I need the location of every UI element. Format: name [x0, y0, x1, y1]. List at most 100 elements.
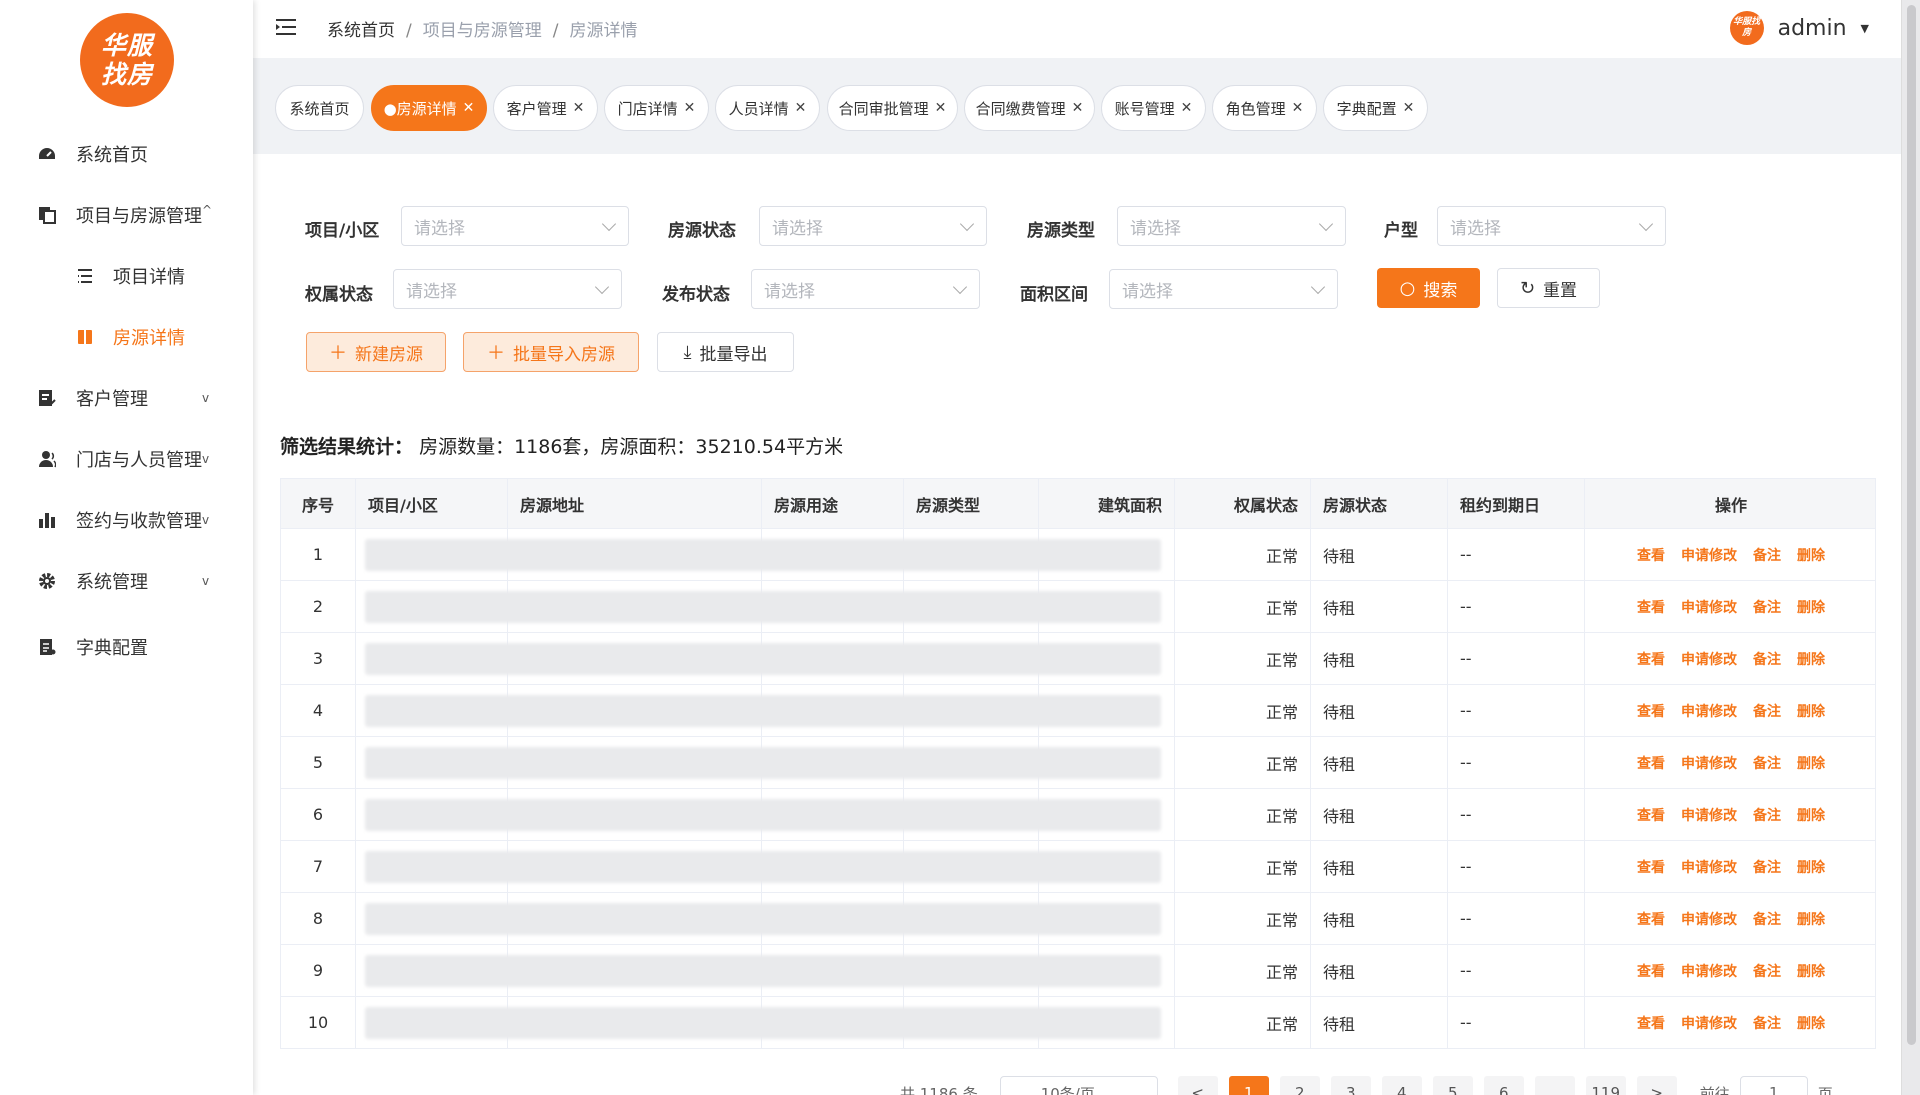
search-button[interactable]: ○ 搜索	[1377, 268, 1480, 308]
page-size-select[interactable]: 10条/页	[999, 1076, 1158, 1095]
hamburger-icon[interactable]	[275, 18, 297, 36]
sidebar-item-system[interactable]: 系统管理 v	[0, 561, 253, 601]
layout-select[interactable]: 请选择	[1437, 206, 1666, 246]
page-button[interactable]: 3	[1330, 1076, 1371, 1095]
view-link[interactable]: 查看	[1637, 701, 1665, 721]
sidebar-item-house-detail[interactable]: 房源详情	[0, 317, 253, 357]
close-icon[interactable]: ✕	[1181, 100, 1193, 116]
delete-link[interactable]: 删除	[1797, 961, 1825, 981]
sidebar-item-project-house[interactable]: 项目与房源管理 ^	[0, 195, 253, 235]
close-icon[interactable]: ✕	[684, 100, 696, 116]
caret-down-icon[interactable]: ▼	[1861, 22, 1869, 35]
breadcrumb-home[interactable]: 系统首页	[327, 21, 395, 41]
status-select[interactable]: 请选择	[759, 206, 987, 246]
page-button[interactable]: 6	[1483, 1076, 1524, 1095]
tab-house-detail[interactable]: ●房源详情 ✕	[371, 85, 487, 131]
sidebar-item-dictionary[interactable]: 字典配置	[0, 627, 253, 667]
delete-link[interactable]: 删除	[1797, 597, 1825, 617]
view-link[interactable]: 查看	[1637, 1013, 1665, 1033]
area-select[interactable]: 请选择	[1109, 269, 1338, 309]
sidebar-item-contract-payment[interactable]: 签约与收款管理 v	[0, 500, 253, 540]
avatar[interactable]: 华服找房	[1729, 11, 1764, 45]
request-edit-link[interactable]: 申请修改	[1681, 597, 1737, 617]
delete-link[interactable]: 删除	[1797, 1013, 1825, 1033]
vertical-scrollbar[interactable]	[1901, 0, 1920, 1095]
page-button[interactable]: 2	[1279, 1076, 1320, 1095]
tab-role[interactable]: 角色管理 ✕	[1212, 85, 1317, 131]
request-edit-link[interactable]: 申请修改	[1681, 857, 1737, 877]
batch-export-button[interactable]: ⤓ 批量导出	[657, 332, 794, 372]
page-button[interactable]: 1	[1228, 1076, 1269, 1095]
remark-link[interactable]: 备注	[1753, 909, 1781, 929]
request-edit-link[interactable]: 申请修改	[1681, 961, 1737, 981]
remark-link[interactable]: 备注	[1753, 649, 1781, 669]
project-select[interactable]: 请选择	[401, 206, 629, 246]
view-link[interactable]: 查看	[1637, 545, 1665, 565]
sidebar-item-store-staff[interactable]: 门店与人员管理 v	[0, 439, 253, 479]
user-menu[interactable]: 华服找房 admin ▼	[1729, 11, 1869, 45]
delete-link[interactable]: 删除	[1797, 805, 1825, 825]
tab-account[interactable]: 账号管理 ✕	[1101, 85, 1206, 131]
new-house-button[interactable]: ＋ 新建房源	[306, 332, 446, 372]
delete-link[interactable]: 删除	[1797, 753, 1825, 773]
reset-button[interactable]: ↻ 重置	[1497, 268, 1600, 308]
delete-link[interactable]: 删除	[1797, 545, 1825, 565]
delete-link[interactable]: 删除	[1797, 701, 1825, 721]
remark-link[interactable]: 备注	[1753, 1013, 1781, 1033]
view-link[interactable]: 查看	[1637, 597, 1665, 617]
request-edit-link[interactable]: 申请修改	[1681, 545, 1737, 565]
publish-select[interactable]: 请选择	[751, 269, 980, 309]
request-edit-link[interactable]: 申请修改	[1681, 701, 1737, 721]
goto-input[interactable]: 1	[1739, 1076, 1808, 1095]
request-edit-link[interactable]: 申请修改	[1681, 649, 1737, 669]
remark-link[interactable]: 备注	[1753, 753, 1781, 773]
close-icon[interactable]: ✕	[463, 100, 475, 116]
close-icon[interactable]: ✕	[1292, 100, 1304, 116]
next-page-button[interactable]: >	[1636, 1076, 1677, 1095]
username[interactable]: admin	[1778, 16, 1847, 41]
page-button[interactable]: 4	[1381, 1076, 1422, 1095]
tab-customer[interactable]: 客户管理 ✕	[493, 85, 598, 131]
tab-contract-approval[interactable]: 合同审批管理 ✕	[827, 85, 958, 131]
remark-link[interactable]: 备注	[1753, 701, 1781, 721]
batch-import-button[interactable]: ＋ 批量导入房源	[463, 332, 639, 372]
close-icon[interactable]: ✕	[935, 100, 947, 116]
request-edit-link[interactable]: 申请修改	[1681, 909, 1737, 929]
tab-home[interactable]: 系统首页	[275, 85, 364, 131]
scrollbar-thumb[interactable]	[1907, 5, 1916, 1045]
close-icon[interactable]: ✕	[795, 100, 807, 116]
view-link[interactable]: 查看	[1637, 961, 1665, 981]
remark-link[interactable]: 备注	[1753, 597, 1781, 617]
delete-link[interactable]: 删除	[1797, 857, 1825, 877]
close-icon[interactable]: ✕	[1403, 100, 1415, 116]
ownership-select[interactable]: 请选择	[393, 269, 622, 309]
view-link[interactable]: 查看	[1637, 753, 1665, 773]
remark-link[interactable]: 备注	[1753, 545, 1781, 565]
close-icon[interactable]: ✕	[1072, 100, 1084, 116]
remark-link[interactable]: 备注	[1753, 805, 1781, 825]
tab-dictionary[interactable]: 字典配置 ✕	[1323, 85, 1428, 131]
remark-link[interactable]: 备注	[1753, 857, 1781, 877]
tab-store-detail[interactable]: 门店详情 ✕	[604, 85, 709, 131]
remark-link[interactable]: 备注	[1753, 961, 1781, 981]
tab-staff-detail[interactable]: 人员详情 ✕	[715, 85, 820, 131]
delete-link[interactable]: 删除	[1797, 909, 1825, 929]
sidebar-item-customer[interactable]: 客户管理 v	[0, 378, 253, 418]
type-select[interactable]: 请选择	[1117, 206, 1346, 246]
close-icon[interactable]: ✕	[573, 100, 585, 116]
page-button[interactable]: ...	[1534, 1076, 1575, 1095]
page-button[interactable]: 5	[1432, 1076, 1473, 1095]
sidebar-item-home[interactable]: 系统首页	[0, 134, 253, 174]
request-edit-link[interactable]: 申请修改	[1681, 753, 1737, 773]
tab-contract-payment[interactable]: 合同缴费管理 ✕	[964, 85, 1095, 131]
request-edit-link[interactable]: 申请修改	[1681, 1013, 1737, 1033]
view-link[interactable]: 查看	[1637, 649, 1665, 669]
breadcrumb-project-house[interactable]: 项目与房源管理	[423, 21, 542, 41]
view-link[interactable]: 查看	[1637, 857, 1665, 877]
delete-link[interactable]: 删除	[1797, 649, 1825, 669]
logo[interactable]: 华服 找房	[80, 13, 174, 107]
request-edit-link[interactable]: 申请修改	[1681, 805, 1737, 825]
prev-page-button[interactable]: <	[1177, 1076, 1218, 1095]
view-link[interactable]: 查看	[1637, 909, 1665, 929]
view-link[interactable]: 查看	[1637, 805, 1665, 825]
